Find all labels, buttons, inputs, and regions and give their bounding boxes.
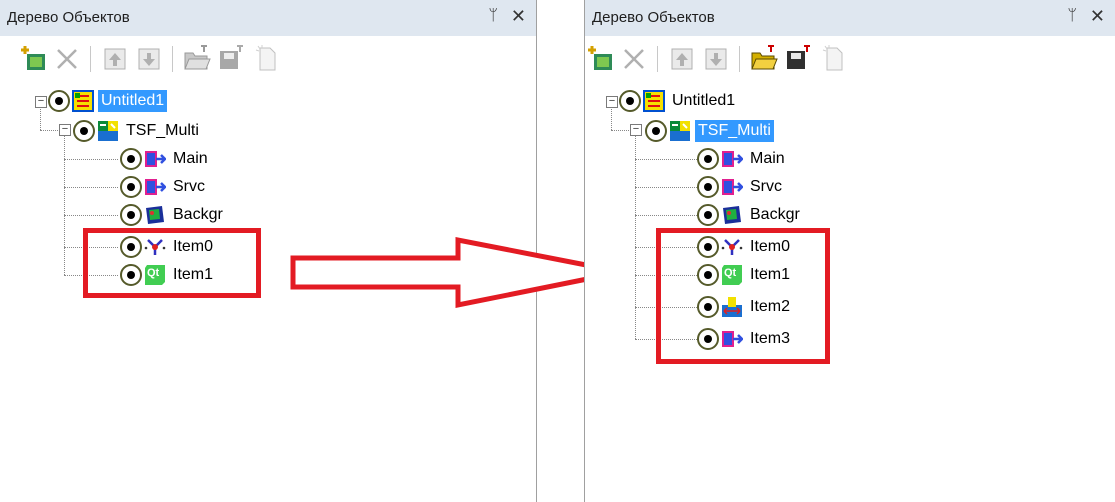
toolbar-separator xyxy=(90,46,91,72)
move-down-button[interactable] xyxy=(134,44,164,74)
move-up-button[interactable] xyxy=(100,44,130,74)
visibility-eye-icon[interactable] xyxy=(120,176,142,198)
multi-icon xyxy=(669,120,691,142)
visibility-eye-icon[interactable] xyxy=(619,90,641,112)
node-label: TSF_Multi xyxy=(126,122,199,139)
project-icon xyxy=(643,90,665,112)
node-label: Backgr xyxy=(173,206,223,223)
close-icon[interactable]: ✕ xyxy=(1090,6,1105,27)
project-icon xyxy=(72,90,94,112)
tree-node-child[interactable]: Srvc xyxy=(697,174,785,200)
tree-node-child[interactable]: Backgr xyxy=(120,202,226,228)
toolbar-separator xyxy=(657,46,658,72)
tree-node-root[interactable]: Untitled1 xyxy=(619,88,738,114)
arrow-annotation xyxy=(290,236,623,309)
move-down-button[interactable] xyxy=(701,44,731,74)
toolbar-separator xyxy=(739,46,740,72)
collapse-toggle[interactable]: − xyxy=(606,96,618,108)
arrow-item-icon xyxy=(144,148,166,170)
panel-title-bar: Дерево Объектов ᛘ ✕ xyxy=(585,0,1115,36)
new-button[interactable] xyxy=(252,44,282,74)
tree-node-group[interactable]: TSF_Multi xyxy=(73,118,202,144)
visibility-eye-icon[interactable] xyxy=(697,176,719,198)
delete-button[interactable] xyxy=(619,44,649,74)
visibility-eye-icon[interactable] xyxy=(697,148,719,170)
collapse-toggle[interactable]: − xyxy=(59,124,71,136)
node-label: Untitled1 xyxy=(672,92,736,109)
visibility-eye-icon[interactable] xyxy=(120,148,142,170)
film-icon xyxy=(144,204,166,226)
open-button[interactable] xyxy=(182,44,212,74)
visibility-eye-icon[interactable] xyxy=(48,90,70,112)
highlight-box xyxy=(83,228,261,298)
open-button[interactable] xyxy=(749,44,779,74)
arrow-item-icon xyxy=(721,176,743,198)
panel-title-bar: Дерево Объектов ᛘ ✕ xyxy=(0,0,536,36)
visibility-eye-icon[interactable] xyxy=(120,204,142,226)
highlight-box xyxy=(656,228,830,364)
toolbar-separator xyxy=(172,46,173,72)
node-label: Srvc xyxy=(173,178,205,195)
panel-title: Дерево Объектов xyxy=(592,9,715,26)
film-icon xyxy=(721,204,743,226)
panel-title: Дерево Объектов xyxy=(7,9,130,26)
pin-icon[interactable]: ᛘ xyxy=(1067,7,1077,25)
arrow-item-icon xyxy=(721,148,743,170)
tree-node-group[interactable]: TSF_Multi xyxy=(645,118,774,144)
toolbar xyxy=(0,36,536,84)
visibility-eye-icon[interactable] xyxy=(645,120,667,142)
node-label: Main xyxy=(750,150,785,167)
node-label: TSF_Multi xyxy=(695,120,774,142)
tree-node-child[interactable]: Backgr xyxy=(697,202,803,228)
collapse-toggle[interactable]: − xyxy=(35,96,47,108)
node-label: Main xyxy=(173,150,208,167)
tree-node-child[interactable]: Main xyxy=(120,146,211,172)
tree-node-root[interactable]: Untitled1 xyxy=(48,88,168,114)
close-icon[interactable]: ✕ xyxy=(511,6,526,27)
collapse-toggle[interactable]: − xyxy=(630,124,642,136)
visibility-eye-icon[interactable] xyxy=(73,120,95,142)
arrow-item-icon xyxy=(144,176,166,198)
node-label: Backgr xyxy=(750,206,800,223)
tree-node-child[interactable]: Main xyxy=(697,146,788,172)
visibility-eye-icon[interactable] xyxy=(697,204,719,226)
node-label: Untitled1 xyxy=(98,90,168,112)
node-label: Srvc xyxy=(750,178,782,195)
add-object-button[interactable] xyxy=(585,44,615,74)
save-button[interactable] xyxy=(216,44,246,74)
add-object-button[interactable] xyxy=(18,44,48,74)
new-button[interactable] xyxy=(819,44,849,74)
tree-node-child[interactable]: Srvc xyxy=(120,174,208,200)
pin-icon[interactable]: ᛘ xyxy=(488,7,498,25)
save-button[interactable] xyxy=(783,44,813,74)
move-up-button[interactable] xyxy=(667,44,697,74)
delete-button[interactable] xyxy=(52,44,82,74)
toolbar xyxy=(585,36,1115,84)
multi-icon xyxy=(97,120,119,142)
